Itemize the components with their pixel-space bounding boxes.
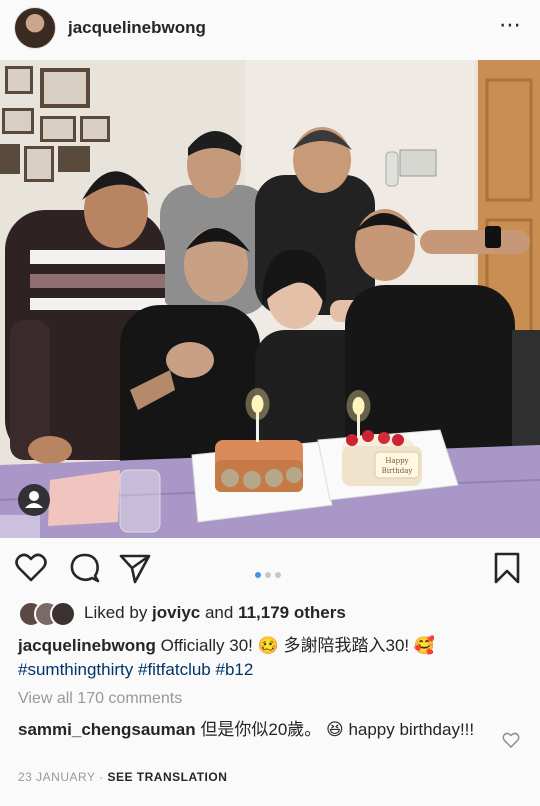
- save-bookmark-icon[interactable]: [490, 551, 524, 585]
- caption-hashtags[interactable]: #sumthingthirty #fitfatclub #b12: [18, 660, 253, 679]
- like-heart-icon[interactable]: [14, 551, 48, 585]
- post-caption: jacquelinebwong Officially 30! 🥴 多謝陪我踏入3…: [18, 634, 523, 682]
- cake-message-line2: Birthday: [382, 467, 413, 475]
- carousel-dot: [265, 572, 271, 578]
- comment-bubble-icon[interactable]: [68, 551, 102, 585]
- share-direct-icon[interactable]: [118, 551, 152, 585]
- party-photo-illustration: Happy Birthday: [0, 60, 540, 538]
- post-username[interactable]: jacquelinebwong: [68, 18, 206, 38]
- comment-like-heart-icon[interactable]: [502, 731, 520, 749]
- view-all-comments-link[interactable]: View all 170 comments: [18, 690, 182, 708]
- post-actions: [0, 545, 540, 591]
- see-translation-link[interactable]: SEE TRANSLATION: [107, 770, 227, 784]
- caption-username[interactable]: jacquelinebwong: [18, 636, 156, 655]
- carousel-indicator: [253, 565, 283, 583]
- tagged-people-icon[interactable]: [18, 484, 50, 516]
- likes-middle: and: [200, 603, 239, 622]
- likes-summary: Liked by joviyc and 11,179 others: [84, 603, 346, 623]
- carousel-dot-active: [255, 572, 261, 578]
- comment-text: 但是你似20歲。 😆 happy birthday!!!: [195, 720, 475, 739]
- liker-avatars: [18, 601, 78, 627]
- likes-row[interactable]: Liked by joviyc and 11,179 others: [18, 600, 528, 627]
- cake-message-line1: Happy: [385, 457, 408, 465]
- caption-text: Officially 30! 🥴 多謝陪我踏入30! 🥰: [155, 636, 436, 655]
- date-separator: ·: [95, 770, 108, 784]
- post-date-row: 23 JANUARY · SEE TRANSLATION: [18, 770, 227, 784]
- post-header: jacquelinebwong ⋯: [0, 0, 540, 58]
- post-photo[interactable]: Happy Birthday: [0, 60, 540, 538]
- likes-count[interactable]: 11,179 others: [238, 603, 346, 622]
- post-date: 23 JANUARY: [18, 770, 96, 784]
- user-avatar[interactable]: [14, 7, 56, 49]
- liker-username[interactable]: joviyc: [152, 603, 200, 622]
- more-options-icon[interactable]: ⋯: [499, 14, 522, 36]
- likes-prefix: Liked by: [84, 603, 153, 622]
- comment-item: sammi_chengsauman 但是你似20歲。 😆 happy birth…: [18, 718, 488, 742]
- liker-avatar: [50, 601, 76, 627]
- comment-username[interactable]: sammi_chengsauman: [18, 720, 196, 739]
- carousel-dot: [275, 572, 281, 578]
